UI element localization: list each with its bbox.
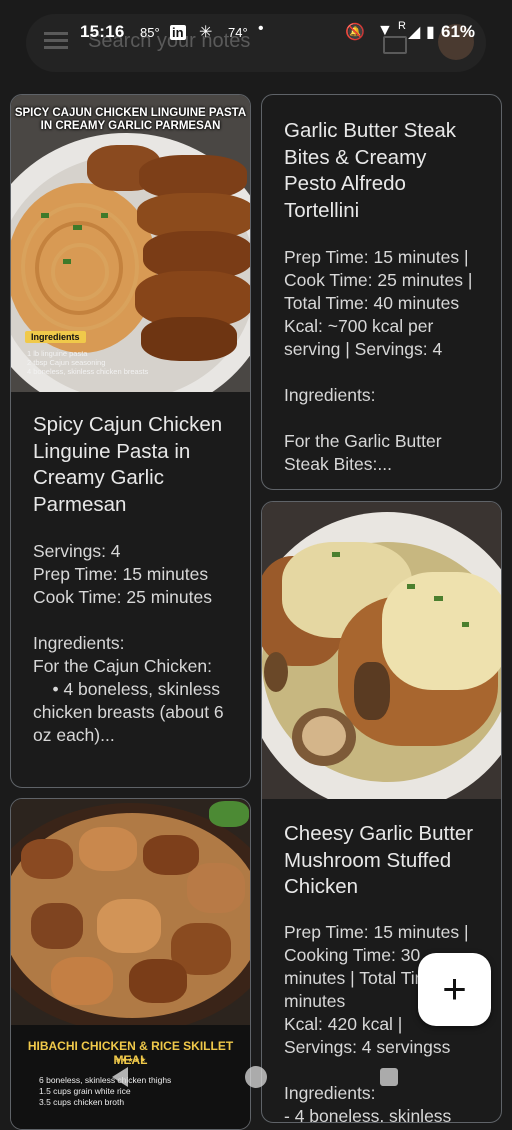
- battery-percent: 61%: [441, 22, 476, 41]
- home-icon[interactable]: [245, 1066, 267, 1088]
- weather-temp: 85°: [140, 25, 160, 40]
- clock: 15:16: [80, 22, 125, 41]
- battery-icon: ▮: [426, 24, 435, 41]
- plus-icon: +: [442, 965, 467, 1012]
- note-body: Servings: 4 Prep Time: 15 minutes Cook T…: [33, 541, 224, 745]
- note-title: Cheesy Garlic Butter Mushroom Stuffed Ch…: [284, 822, 474, 898]
- roaming-icon: R: [398, 20, 406, 32]
- note-title: Spicy Cajun Chicken Linguine Pasta in Cr…: [33, 413, 223, 516]
- back-icon[interactable]: [112, 1067, 128, 1087]
- system-nav-bar: [0, 1060, 512, 1110]
- dot-icon: •: [258, 20, 264, 37]
- status-bar: 15:16 85° in ✳ 74° • 🔕 ▼ R ◢ ▮ 61%: [0, 0, 512, 66]
- note-image: SPICY CAJUN CHICKEN LINGUINE PASTA IN CR…: [11, 95, 250, 392]
- linkedin-icon: in: [170, 25, 186, 40]
- image-ingredients-label: Ingredients: [25, 331, 86, 343]
- note-card[interactable]: Garlic Butter Steak Bites & Creamy Pesto…: [261, 94, 502, 490]
- note-card[interactable]: SPICY CAJUN CHICKEN LINGUINE PASTA IN CR…: [10, 94, 251, 788]
- image-line: 2 tbsp Cajun seasoning: [27, 358, 106, 367]
- image-caption: SPICY CAJUN CHICKEN LINGUINE PASTA IN CR…: [14, 107, 247, 132]
- new-note-button[interactable]: +: [418, 953, 491, 1026]
- mute-icon: 🔕: [345, 24, 365, 41]
- image-line: 1 lb linguine pasta: [27, 349, 88, 358]
- walmart-icon: ✳: [199, 24, 213, 41]
- wifi-icon: ▼: [377, 22, 393, 39]
- note-title: Garlic Butter Steak Bites & Creamy Pesto…: [284, 119, 457, 222]
- signal-icon: ◢: [408, 24, 421, 41]
- note-card[interactable]: Cheesy Garlic Butter Mushroom Stuffed Ch…: [261, 501, 502, 1123]
- recents-icon[interactable]: [380, 1068, 398, 1086]
- weather-temp-2: 74°: [228, 25, 248, 40]
- note-body: Prep Time: 15 minutes | Cook Time: 25 mi…: [284, 247, 473, 474]
- image-line: 4 boneless, skinless chicken breasts: [27, 367, 149, 376]
- note-image: [262, 502, 501, 799]
